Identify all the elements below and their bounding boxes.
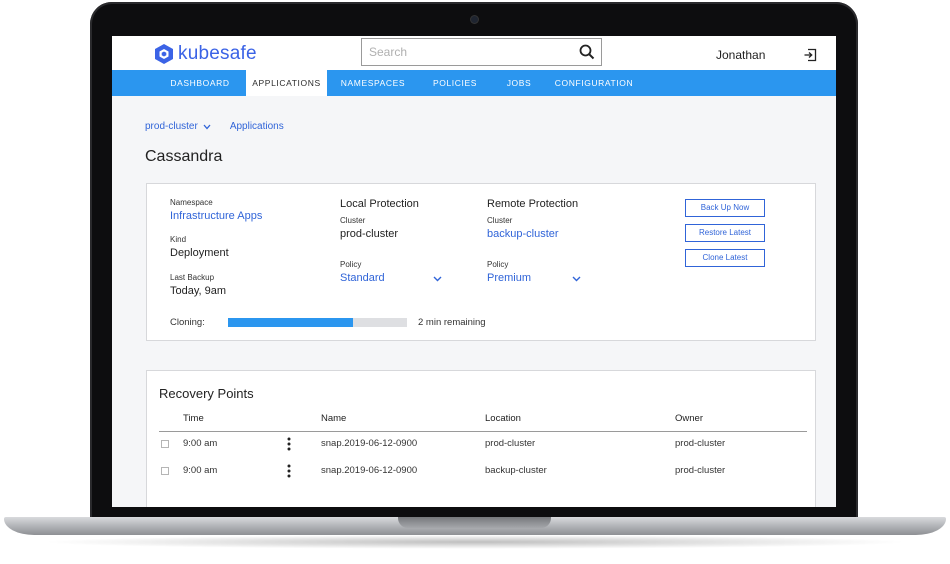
remote-cluster-label: Cluster (487, 216, 513, 225)
breadcrumb-cluster[interactable]: prod-cluster (145, 121, 198, 132)
table-row[interactable]: 9:00 am snap.2019-06-12-0900 prod-cluste… (147, 435, 815, 455)
row-owner: prod-cluster (675, 465, 726, 476)
camera (471, 16, 478, 23)
app-screen: kubesafe Jonathan DASHBOARD APPLICATIONS… (112, 36, 836, 507)
back-up-now-button[interactable]: Back Up Now (685, 199, 765, 217)
more-vert-icon[interactable] (286, 463, 292, 479)
cloning-progress-fill (228, 318, 354, 327)
brand-logo[interactable]: kubesafe (154, 43, 257, 65)
row-name: snap.2019-06-12-0900 (321, 438, 418, 449)
local-protection-title: Local Protection (340, 198, 419, 210)
namespace-label: Namespace (170, 198, 213, 207)
kind-label: Kind (170, 235, 187, 244)
remote-protection-title: Remote Protection (487, 198, 579, 210)
column-header-location[interactable]: Location (485, 413, 521, 424)
top-bar: kubesafe Jonathan (112, 36, 836, 70)
nav-tab-namespaces[interactable]: NAMESPACES (334, 70, 412, 96)
nav-tab-jobs[interactable]: JOBS (502, 70, 536, 96)
column-header-name[interactable]: Name (321, 413, 346, 424)
logout-icon[interactable] (803, 48, 817, 62)
brand-name: kubesafe (178, 43, 257, 64)
kubesafe-logo-icon (155, 44, 173, 64)
search-box[interactable] (361, 38, 602, 66)
recovery-points-title: Recovery Points (159, 386, 254, 401)
page-title: Cassandra (145, 148, 223, 165)
time-remaining: 2 min remaining (418, 317, 486, 328)
column-header-time[interactable]: Time (183, 413, 204, 424)
more-vert-icon[interactable] (286, 436, 292, 452)
row-location: prod-cluster (485, 438, 536, 449)
row-checkbox[interactable] (161, 440, 169, 448)
recovery-points-card: Recovery Points Time Name Location Owner… (146, 370, 816, 507)
row-owner: prod-cluster (675, 438, 726, 449)
local-policy-select[interactable]: Standard (340, 272, 385, 284)
remote-cluster-link[interactable]: backup-cluster (487, 228, 559, 240)
namespace-link[interactable]: Infrastructure Apps (170, 210, 262, 222)
search-input[interactable] (369, 43, 569, 61)
kind-value: Deployment (170, 247, 229, 259)
clone-latest-button[interactable]: Clone Latest (685, 249, 765, 267)
local-policy-label: Policy (340, 260, 362, 269)
last-backup-value: Today, 9am (170, 285, 227, 297)
row-location-link[interactable]: backup-cluster (485, 465, 547, 476)
last-backup-label: Last Backup (170, 273, 215, 282)
breadcrumb-applications[interactable]: Applications (230, 121, 284, 132)
chevron-down-icon[interactable] (203, 124, 211, 130)
remote-policy-label: Policy (487, 260, 509, 269)
nav-tab-applications[interactable]: APPLICATIONS (246, 70, 327, 96)
user-name[interactable]: Jonathan (716, 48, 765, 62)
row-time: 9:00 am (183, 465, 218, 476)
table-row[interactable]: 9:00 am snap.2019-06-12-0900 backup-clus… (147, 462, 815, 482)
restore-latest-button[interactable]: Restore Latest (685, 224, 765, 242)
chevron-down-icon[interactable] (433, 276, 442, 282)
breadcrumb: prod-cluster Applications (145, 121, 284, 132)
table-header-divider (159, 431, 807, 432)
row-checkbox[interactable] (161, 467, 169, 475)
app-details-card: Namespace Infrastructure Apps Kind Deplo… (146, 183, 816, 341)
nav-tab-dashboard[interactable]: DASHBOARD (160, 70, 240, 96)
cloning-progress-bar (228, 318, 407, 327)
local-cluster-value: prod-cluster (340, 228, 399, 240)
remote-policy-select[interactable]: Premium (487, 272, 531, 284)
search-icon[interactable] (579, 44, 595, 60)
chevron-down-icon[interactable] (572, 276, 581, 282)
row-time: 9:00 am (183, 438, 218, 449)
nav-tab-configuration[interactable]: CONFIGURATION (550, 70, 638, 96)
column-header-owner[interactable]: Owner (675, 413, 703, 424)
main-nav: DASHBOARD APPLICATIONS NAMESPACES POLICI… (112, 70, 836, 96)
cloning-label: Cloning: (170, 317, 205, 328)
nav-tab-policies[interactable]: POLICIES (426, 70, 484, 96)
main-content: prod-cluster Applications Cassandra Name… (112, 96, 836, 507)
laptop-shadow (40, 535, 910, 549)
local-cluster-label: Cluster (340, 216, 366, 225)
row-name: snap.2019-06-12-0900 (321, 465, 418, 476)
laptop-notch (398, 517, 551, 528)
